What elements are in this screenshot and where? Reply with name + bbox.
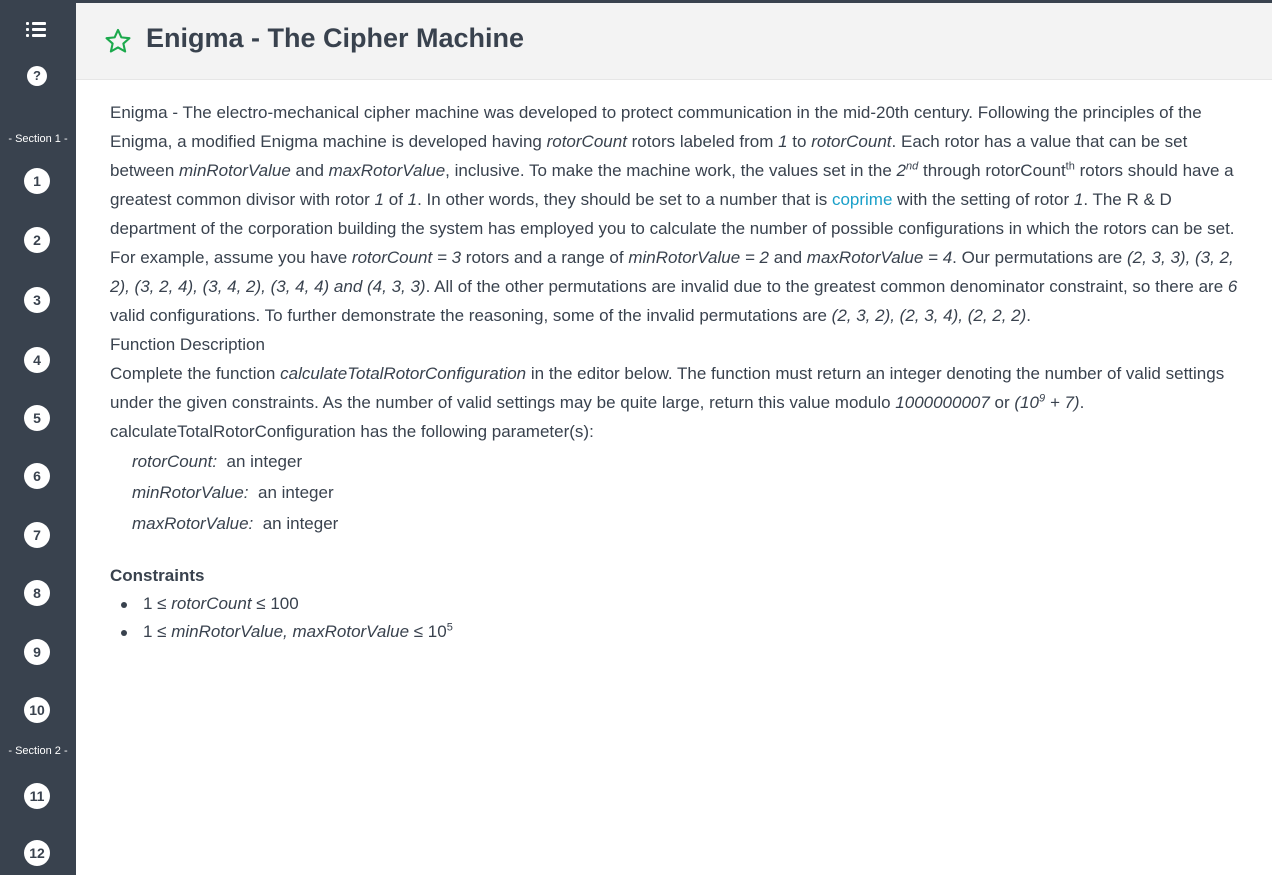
question-9-button[interactable]: 9 bbox=[24, 639, 50, 665]
var: 1 bbox=[778, 132, 788, 151]
text: and bbox=[290, 161, 329, 180]
text: and bbox=[768, 248, 807, 267]
text: . bbox=[1026, 306, 1032, 325]
var: rotorCount = 3 bbox=[351, 248, 462, 267]
star-icon[interactable] bbox=[104, 27, 132, 60]
param-name: rotorCount: bbox=[132, 452, 218, 471]
var: 2 bbox=[896, 161, 906, 180]
question-1-button[interactable]: 1 bbox=[24, 168, 50, 194]
sidebar: ? - Section 1 - 1 2 3 4 5 6 7 8 9 10 - S… bbox=[0, 0, 76, 875]
function-description-heading: Function Description bbox=[110, 330, 1250, 359]
heading-text: Function Description bbox=[110, 335, 265, 354]
sup: 5 bbox=[446, 621, 453, 634]
page-title: Enigma - The Cipher Machine bbox=[146, 23, 525, 53]
question-8-button[interactable]: 8 bbox=[24, 580, 50, 606]
var: minRotorValue bbox=[179, 161, 291, 180]
text: with the setting of rotor bbox=[892, 190, 1074, 209]
var: 1 bbox=[407, 190, 418, 209]
var: (10 bbox=[1014, 393, 1039, 412]
text: rotors and a range of bbox=[461, 248, 629, 267]
constraints-heading: Constraints bbox=[110, 566, 205, 585]
text: 1 ≤ bbox=[143, 594, 172, 613]
var: 1000000007 bbox=[895, 393, 990, 412]
parameters-intro: calculateTotalRotorConfiguration has the… bbox=[110, 422, 594, 441]
question-2-button[interactable]: 2 bbox=[24, 227, 50, 253]
var: maxRotorValue bbox=[328, 161, 446, 180]
text: 1 ≤ bbox=[143, 622, 172, 641]
question-7-button[interactable]: 7 bbox=[24, 522, 50, 548]
parameter-item: minRotorValue: an integer bbox=[110, 477, 1250, 508]
var: rotorCount bbox=[811, 132, 892, 151]
text: through rotorCount bbox=[918, 161, 1066, 180]
menu-list-icon[interactable] bbox=[26, 22, 46, 38]
text: to bbox=[787, 132, 812, 151]
text: . bbox=[1079, 393, 1085, 412]
var: calculateTotalRotorConfiguration bbox=[280, 364, 527, 383]
coprime-link[interactable]: coprime bbox=[832, 190, 892, 209]
text: . In other words, they should be set to … bbox=[417, 190, 832, 209]
var: 1 bbox=[1073, 190, 1084, 209]
var: minRotorValue = 2 bbox=[628, 248, 769, 267]
constraint-item: 1 ≤ rotorCount ≤ 100 bbox=[110, 590, 1250, 618]
constraints-list: 1 ≤ rotorCount ≤ 100 1 ≤ minRotorValue, … bbox=[110, 590, 1250, 646]
text: . Our permutations are bbox=[952, 248, 1127, 267]
var: 1 bbox=[374, 190, 385, 209]
text: For example, assume you have bbox=[110, 248, 352, 267]
question-3-button[interactable]: 3 bbox=[24, 287, 50, 313]
param-desc: an integer bbox=[217, 452, 303, 471]
example-paragraph: For example, assume you have rotorCount … bbox=[110, 243, 1250, 330]
var: maxRotorValue = 4 bbox=[806, 248, 953, 267]
text: , inclusive. To make the machine work, t… bbox=[445, 161, 897, 180]
text: valid configurations. To further demonst… bbox=[110, 306, 832, 325]
question-12-button[interactable]: 12 bbox=[24, 840, 50, 866]
section-1-label: - Section 1 - bbox=[8, 133, 68, 145]
question-5-button[interactable]: 5 bbox=[24, 405, 50, 431]
question-4-button[interactable]: 4 bbox=[24, 347, 50, 373]
description-paragraph: Enigma - The electro-mechanical cipher m… bbox=[110, 98, 1250, 243]
text: ≤ 100 bbox=[251, 594, 299, 613]
text: of bbox=[384, 190, 408, 209]
param-name: maxRotorValue: bbox=[132, 514, 254, 533]
param-name: minRotorValue: bbox=[132, 483, 249, 502]
var: rotorCount bbox=[171, 594, 252, 613]
var: + 7) bbox=[1045, 393, 1080, 412]
text: . All of the other permutations are inva… bbox=[425, 277, 1228, 296]
parameter-item: maxRotorValue: an integer bbox=[110, 508, 1250, 539]
text: ≤ 10 bbox=[409, 622, 447, 641]
text: rotors labeled from bbox=[626, 132, 779, 151]
text: Complete the function bbox=[110, 364, 281, 383]
question-10-button[interactable]: 10 bbox=[24, 697, 50, 723]
question-6-button[interactable]: 6 bbox=[24, 463, 50, 489]
var: 6 bbox=[1227, 277, 1238, 296]
var: rotorCount bbox=[546, 132, 627, 151]
text: or bbox=[989, 393, 1015, 412]
section-2-label: - Section 2 - bbox=[8, 745, 68, 757]
function-description-paragraph: Complete the function calculateTotalRoto… bbox=[110, 359, 1250, 417]
sup: th bbox=[1065, 160, 1075, 173]
parameter-item: rotorCount: an integer bbox=[110, 446, 1250, 477]
constraint-item: 1 ≤ minRotorValue, maxRotorValue ≤ 105 bbox=[110, 618, 1250, 646]
help-icon[interactable]: ? bbox=[27, 66, 47, 86]
var: (2, 3, 2), (2, 3, 4), (2, 2, 2) bbox=[831, 306, 1027, 325]
param-desc: an integer bbox=[248, 483, 334, 502]
question-11-button[interactable]: 11 bbox=[24, 783, 50, 809]
sup: nd bbox=[906, 160, 919, 173]
question-header: Enigma - The Cipher Machine bbox=[76, 0, 1272, 80]
param-desc: an integer bbox=[253, 514, 339, 533]
problem-statement: Enigma - The electro-mechanical cipher m… bbox=[110, 98, 1250, 646]
var: minRotorValue, maxRotorValue bbox=[171, 622, 410, 641]
